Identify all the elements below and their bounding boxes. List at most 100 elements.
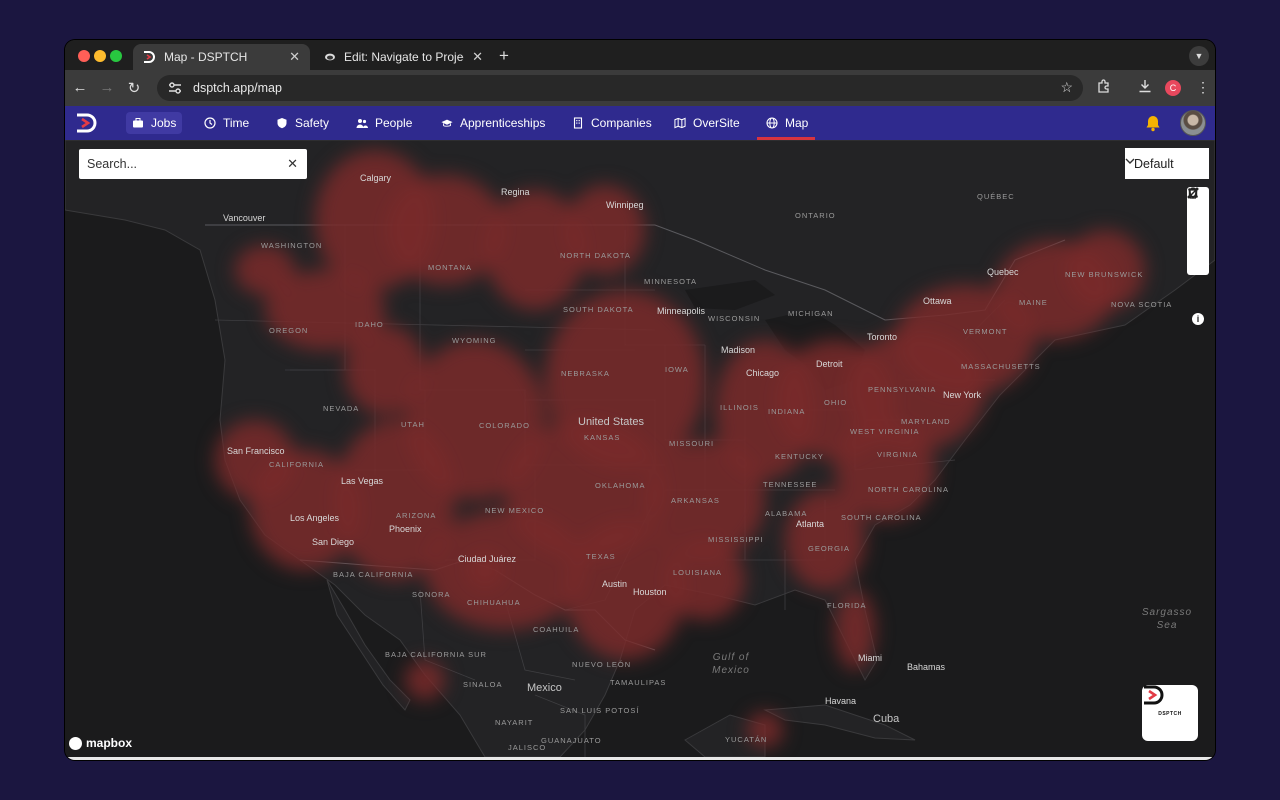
close-tab-icon[interactable]: ✕	[289, 49, 300, 65]
city-label: Havana	[825, 696, 857, 706]
downloads-icon[interactable]	[1138, 79, 1152, 96]
country-label: Mexico	[527, 682, 562, 694]
region-label: Alabama	[765, 509, 808, 518]
profile-avatar[interactable]: C	[1165, 80, 1181, 96]
nav-jobs[interactable]: Jobs	[126, 112, 183, 134]
city-label: Bahamas	[907, 662, 946, 672]
close-window-button[interactable]	[78, 50, 90, 62]
region-label: Ohio	[824, 398, 848, 407]
browser-tab-edit[interactable]: Edit: Navigate to Projects GIF ✕	[313, 44, 493, 70]
region-label: Tennessee	[763, 480, 818, 489]
region-label: New Brunswick	[1065, 270, 1144, 279]
city-label: Vancouver	[223, 213, 266, 223]
region-label: Michigan	[788, 309, 834, 318]
water-label: Sargasso Sea	[1141, 607, 1193, 631]
app-navbar: Jobs Time Safety People Apprenticeships …	[65, 106, 1215, 140]
city-label: Regina	[501, 187, 530, 197]
mapbox-logo-icon	[69, 736, 82, 750]
dsptch-logo-icon	[1144, 685, 1164, 705]
clock-icon	[204, 117, 216, 129]
region-label: Wyoming	[452, 336, 497, 345]
dsptch-logo[interactable]	[75, 113, 101, 133]
nav-companies[interactable]: Companies	[566, 112, 658, 134]
map-style-value: Default	[1134, 156, 1174, 171]
chevron-down-icon[interactable]: ▼	[1189, 46, 1209, 66]
region-label: Sonora	[412, 590, 451, 599]
dsptch-badge[interactable]: DSPTCH	[1142, 685, 1198, 741]
region-label: Québec	[977, 192, 1015, 201]
region-label: Washington	[261, 241, 323, 250]
region-label: Florida	[827, 601, 867, 610]
nav-time[interactable]: Time	[198, 112, 255, 134]
search-input[interactable]	[87, 157, 272, 171]
nav-apprenticeships[interactable]: Apprenticeships	[435, 112, 551, 134]
maximize-window-button[interactable]	[110, 50, 122, 62]
address-bar[interactable]: dsptch.app/map ☆	[157, 75, 1083, 101]
region-label: North Carolina	[868, 485, 949, 494]
region-label: Baja California Sur	[385, 650, 487, 659]
city-label: Ciudad Juárez	[458, 554, 517, 564]
forward-arrow-icon[interactable]: →	[98, 79, 116, 96]
nav-map[interactable]: Map	[760, 112, 814, 134]
region-label: Yucatán	[725, 735, 768, 744]
graduation-cap-icon	[441, 117, 453, 129]
city-label: Quebec	[987, 267, 1019, 277]
region-label: Nayarit	[495, 718, 534, 727]
mapbox-text: mapbox	[86, 736, 133, 750]
nav-oversite[interactable]: OverSite	[668, 112, 746, 134]
bookmark-star-icon[interactable]: ☆	[1060, 79, 1073, 96]
water-label: Gulf of Mexico	[712, 652, 750, 676]
tab-title: Edit: Navigate to Projects GIF	[344, 50, 464, 64]
region-label: Maryland	[901, 417, 951, 426]
region-label: North Dakota	[560, 251, 631, 260]
new-tab-icon[interactable]: +	[499, 46, 509, 66]
info-icon[interactable]: i	[1192, 313, 1204, 325]
tab-title: Map - DSPTCH	[164, 50, 248, 64]
trash-icon[interactable]	[1187, 188, 1209, 275]
window-bottom-edge	[65, 757, 1215, 760]
draw-point-icon[interactable]	[1187, 187, 1209, 253]
region-label: Georgia	[808, 544, 851, 553]
region-label: Colorado	[479, 421, 530, 430]
region-label: Pennsylvania	[868, 385, 937, 394]
clear-search-icon[interactable]: ✕	[287, 156, 298, 172]
tab-strip: Map - DSPTCH ✕ Edit: Navigate to Project…	[65, 40, 1215, 70]
country-label: Cuba	[873, 713, 900, 725]
url-text: dsptch.app/map	[193, 81, 282, 95]
region-label: Tamaulipas	[610, 678, 667, 687]
browser-tab-map[interactable]: Map - DSPTCH ✕	[133, 44, 310, 70]
nav-safety[interactable]: Safety	[270, 112, 335, 134]
region-label: Arizona	[396, 511, 437, 520]
country-label: United States	[578, 416, 645, 428]
region-label: Baja California	[333, 570, 414, 579]
kebab-menu-icon[interactable]: ⋮	[1196, 79, 1210, 96]
region-label: Montana	[428, 263, 472, 272]
region-label: Maine	[1019, 298, 1048, 307]
map-canvas[interactable]: Washington Oregon Idaho Montana Wyoming …	[65, 140, 1215, 757]
reload-icon[interactable]: ↻	[125, 79, 143, 97]
draw-polygon-icon[interactable]	[1187, 188, 1209, 231]
region-label: Virginia	[877, 450, 918, 459]
region-label: Missouri	[669, 439, 715, 448]
extensions-icon[interactable]	[1097, 79, 1111, 96]
city-label: Las Vegas	[341, 476, 384, 486]
nav-label: Time	[223, 116, 250, 130]
map-search: ✕	[79, 149, 307, 179]
region-label: Kansas	[584, 433, 621, 442]
user-avatar[interactable]	[1180, 110, 1206, 136]
mapbox-attribution[interactable]: mapbox	[69, 736, 132, 750]
region-label: Minnesota	[644, 277, 698, 286]
region-label: California	[269, 460, 325, 469]
region-label: Kentucky	[775, 452, 824, 461]
city-label: Detroit	[816, 359, 843, 369]
city-label: Chicago	[746, 368, 780, 378]
bell-icon[interactable]	[1144, 114, 1162, 132]
map-style-select[interactable]: Default	[1125, 148, 1209, 179]
nav-people[interactable]: People	[350, 112, 418, 134]
site-settings-icon[interactable]	[167, 80, 183, 96]
region-label: Guanajuato	[541, 736, 602, 745]
city-label: Winnipeg	[606, 200, 644, 210]
minimize-window-button[interactable]	[94, 50, 106, 62]
back-arrow-icon[interactable]: ←	[71, 79, 89, 96]
close-tab-icon[interactable]: ✕	[472, 49, 483, 65]
